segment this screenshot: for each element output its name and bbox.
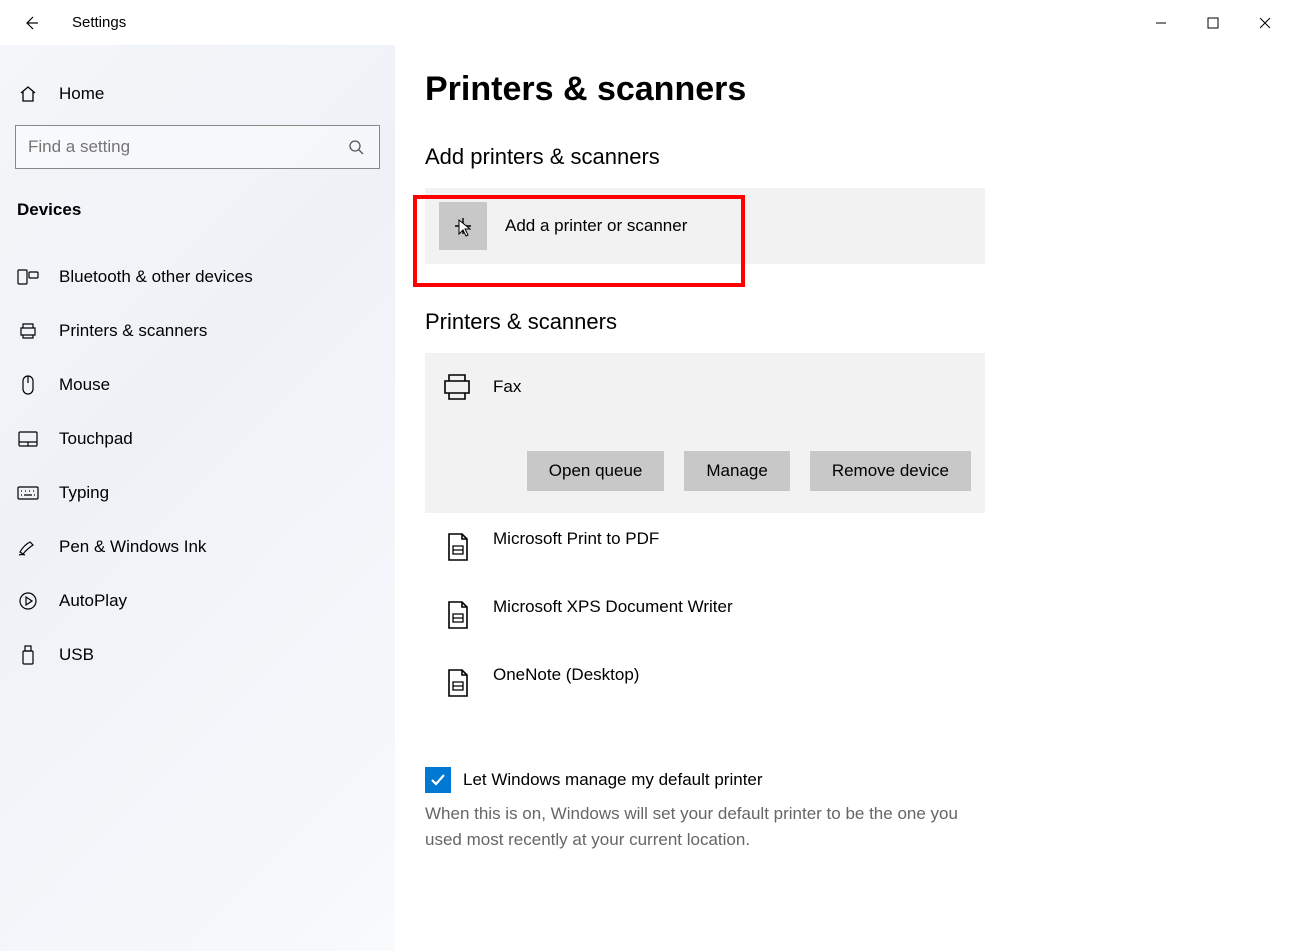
search-box[interactable] bbox=[15, 125, 380, 169]
main-content: Printers & scanners Add printers & scann… bbox=[395, 45, 1291, 951]
printer-icon bbox=[17, 320, 39, 342]
home-label: Home bbox=[59, 84, 104, 104]
sidebar-item-label: Typing bbox=[59, 483, 109, 503]
printer-icon bbox=[439, 369, 475, 405]
manage-button[interactable]: Manage bbox=[684, 451, 789, 491]
arrow-left-icon bbox=[22, 14, 40, 32]
printer-label: OneNote (Desktop) bbox=[493, 665, 639, 685]
sidebar-item-label: Printers & scanners bbox=[59, 321, 207, 341]
sidebar-item-label: Touchpad bbox=[59, 429, 133, 449]
sidebar-item-label: Bluetooth & other devices bbox=[59, 267, 253, 287]
maximize-icon bbox=[1207, 17, 1219, 29]
search-icon bbox=[345, 136, 367, 158]
plus-icon bbox=[439, 202, 487, 250]
sidebar: Home Devices Bluetooth & other devices P… bbox=[0, 45, 395, 951]
sidebar-item-label: Pen & Windows Ink bbox=[59, 537, 206, 557]
sidebar-item-printers[interactable]: Printers & scanners bbox=[15, 304, 380, 358]
touchpad-icon bbox=[17, 428, 39, 450]
keyboard-icon bbox=[17, 482, 39, 504]
printer-label: Fax bbox=[493, 377, 521, 397]
close-button[interactable] bbox=[1239, 0, 1291, 45]
print-to-file-icon bbox=[439, 665, 475, 701]
autoplay-icon bbox=[17, 590, 39, 612]
pen-icon bbox=[17, 536, 39, 558]
print-to-file-icon bbox=[439, 529, 475, 565]
minimize-button[interactable] bbox=[1135, 0, 1187, 45]
category-heading: Devices bbox=[15, 194, 380, 250]
back-button[interactable] bbox=[20, 12, 42, 34]
printer-item-fax[interactable]: Fax Open queue Manage Remove device bbox=[425, 353, 985, 513]
default-printer-description: When this is on, Windows will set your d… bbox=[425, 801, 985, 852]
minimize-icon bbox=[1155, 17, 1167, 29]
default-printer-label: Let Windows manage my default printer bbox=[463, 770, 763, 790]
sidebar-item-label: USB bbox=[59, 645, 94, 665]
printer-item-xps[interactable]: Microsoft XPS Document Writer bbox=[425, 581, 985, 649]
bluetooth-icon bbox=[17, 266, 39, 288]
home-link[interactable]: Home bbox=[15, 75, 380, 125]
sidebar-item-usb[interactable]: USB bbox=[15, 628, 380, 682]
printer-label: Microsoft XPS Document Writer bbox=[493, 597, 733, 617]
mouse-icon bbox=[17, 374, 39, 396]
remove-device-button[interactable]: Remove device bbox=[810, 451, 971, 491]
printer-item-onenote[interactable]: OneNote (Desktop) bbox=[425, 649, 985, 717]
sidebar-item-label: Mouse bbox=[59, 375, 110, 395]
printer-label: Microsoft Print to PDF bbox=[493, 529, 659, 549]
add-printer-label: Add a printer or scanner bbox=[505, 216, 687, 236]
add-printer-button[interactable]: Add a printer or scanner bbox=[425, 188, 985, 264]
sidebar-item-pen[interactable]: Pen & Windows Ink bbox=[15, 520, 380, 574]
sidebar-item-bluetooth[interactable]: Bluetooth & other devices bbox=[15, 250, 380, 304]
add-section-heading: Add printers & scanners bbox=[425, 144, 1251, 170]
print-to-file-icon bbox=[439, 597, 475, 633]
usb-icon bbox=[17, 644, 39, 666]
checkmark-icon bbox=[429, 771, 447, 789]
printers-section-heading: Printers & scanners bbox=[425, 309, 1251, 335]
search-input[interactable] bbox=[28, 137, 345, 157]
window-title: Settings bbox=[72, 14, 126, 31]
titlebar: Settings bbox=[0, 0, 1291, 45]
sidebar-item-label: AutoPlay bbox=[59, 591, 127, 611]
close-icon bbox=[1259, 17, 1271, 29]
printer-item-pdf[interactable]: Microsoft Print to PDF bbox=[425, 513, 985, 581]
open-queue-button[interactable]: Open queue bbox=[527, 451, 665, 491]
sidebar-item-typing[interactable]: Typing bbox=[15, 466, 380, 520]
maximize-button[interactable] bbox=[1187, 0, 1239, 45]
page-title: Printers & scanners bbox=[425, 70, 1251, 109]
sidebar-item-mouse[interactable]: Mouse bbox=[15, 358, 380, 412]
sidebar-item-touchpad[interactable]: Touchpad bbox=[15, 412, 380, 466]
default-printer-checkbox[interactable] bbox=[425, 767, 451, 793]
home-icon bbox=[17, 83, 39, 105]
sidebar-item-autoplay[interactable]: AutoPlay bbox=[15, 574, 380, 628]
